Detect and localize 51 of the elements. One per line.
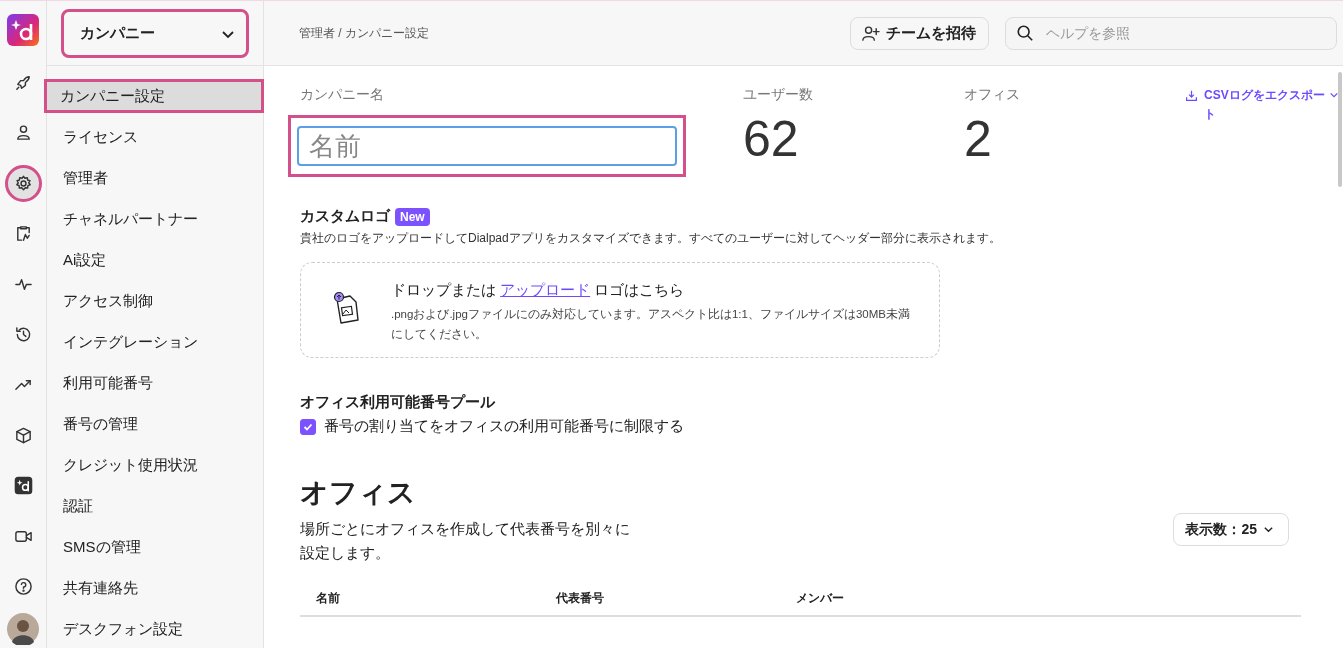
stat-label: ユーザー数 xyxy=(743,86,813,104)
settings-icon[interactable] xyxy=(4,164,42,202)
stat-value: 2 xyxy=(964,112,992,167)
sidebar-item[interactable]: 番号の管理 xyxy=(47,407,263,441)
company-name-field[interactable]: 名前 xyxy=(288,115,686,177)
sidebar-item[interactable]: Ai設定 xyxy=(47,243,263,277)
help-search-input[interactable]: ヘルプを参照 xyxy=(1044,24,1326,42)
section-description: 場所ごとにオフィスを作成して代表番号を別々に設定します。 xyxy=(300,519,631,563)
user-avatar[interactable] xyxy=(7,612,39,645)
page-size-dropdown[interactable]: 表示数：25 xyxy=(1173,513,1289,546)
download-icon xyxy=(1185,89,1198,102)
sidebar-item[interactable]: アクセス制御 xyxy=(47,284,263,318)
sidebar-item[interactable]: クレジット使用状況 xyxy=(47,448,263,482)
checkbox-label: 番号の割り当てをオフィスの利用可能番号に制限する xyxy=(324,417,684,436)
sidebar-item[interactable]: SMSの管理 xyxy=(47,530,263,564)
sidebar-item[interactable]: 共有連絡先 xyxy=(47,571,263,605)
caret-icon[interactable] xyxy=(1329,90,1339,100)
section-title: オフィス利用可能番号プール xyxy=(300,393,496,412)
breadcrumb: 管理者 / カンパニー設定 xyxy=(299,24,429,42)
file-hint: .pngおよび.jpgファイルにのみ対応しています。アスペクト比は1:1、ファイルサイズは30MB未満にしてください。 xyxy=(391,307,911,342)
sidebar-item[interactable]: カンパニー設定 xyxy=(44,79,264,113)
add-person-icon xyxy=(861,23,880,43)
column-header: メンバー xyxy=(796,590,845,607)
invite-team-button[interactable]: チームを招待 xyxy=(850,16,989,50)
section-description: 貴社のロゴをアップロードしてDialpadアプリをカスタマイズできます。すべてのユーザーに対してヘッダー部分に表示されます。 xyxy=(300,230,1002,247)
sidebar-item[interactable]: 認証 xyxy=(47,489,263,523)
field-label: カンパニー名 xyxy=(300,86,385,104)
drop-instruction: ドロップまたは アップロード ロゴはこちら xyxy=(391,281,686,300)
column-header: 代表番号 xyxy=(556,590,605,607)
sidebar-item[interactable]: 管理者 xyxy=(47,161,263,195)
chevron-down-icon xyxy=(1263,524,1274,535)
checkbox[interactable] xyxy=(300,418,316,435)
image-file-upload-icon xyxy=(331,291,361,327)
section-heading: オフィス xyxy=(300,477,416,508)
help-search-field[interactable]: ヘルプを参照 xyxy=(1005,16,1337,50)
app-logo[interactable] xyxy=(6,14,39,46)
stat-value: 62 xyxy=(743,112,799,167)
upload-link[interactable]: アップロード xyxy=(500,281,591,298)
logo-drop-zone[interactable]: ドロップまたは アップロード ロゴはこちら .pngおよび.jpgファイルにのみ対応しています。アスペクト比は1:1、ファイルサイズは30MB未満にしてください。 xyxy=(300,262,940,358)
sidebar-item[interactable]: デスクフォン設定 xyxy=(47,612,263,646)
company-dropdown[interactable]: カンパニー xyxy=(61,9,249,58)
export-csv-link[interactable]: CSVログをエクスポート xyxy=(1185,86,1325,124)
search-icon xyxy=(1016,24,1034,42)
sidebar-item[interactable]: ライセンス xyxy=(47,120,263,154)
stat-label: オフィス xyxy=(964,86,1020,104)
section-title: カスタムロゴ xyxy=(300,207,390,226)
sidebar-item[interactable]: インテグレーション xyxy=(47,325,263,359)
new-badge: New xyxy=(395,207,430,226)
sidebar-item[interactable]: 利用可能番号 xyxy=(47,366,263,400)
sidebar-item[interactable]: チャネルパートナー xyxy=(47,202,263,236)
column-header: 名前 xyxy=(316,590,341,607)
